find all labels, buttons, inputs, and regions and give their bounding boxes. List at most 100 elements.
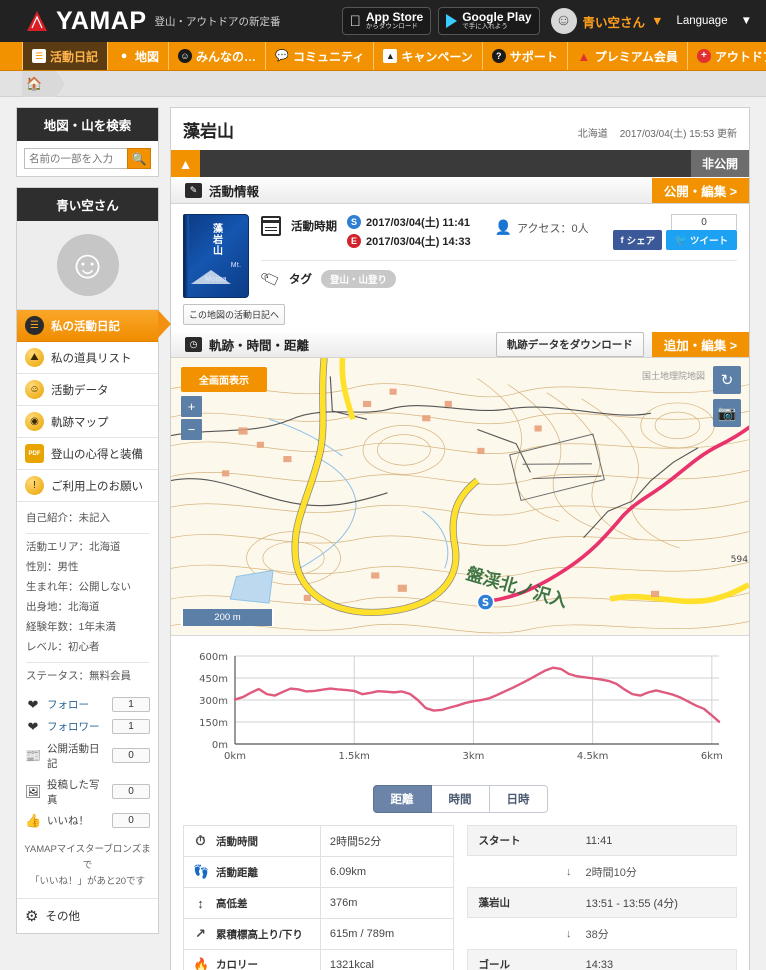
timeline-duration: 2時間10分 <box>585 866 637 879</box>
stat-follow[interactable]: ❤ フォロー 1 <box>17 694 158 716</box>
photo-icon: 🖼 <box>25 783 42 799</box>
app-store-badge[interactable]:  App Store からダウンロード <box>341 7 432 35</box>
language-chevron-down-icon[interactable]: ▼ <box>741 15 752 27</box>
user-name-label: 青い空さん <box>582 15 646 30</box>
book-cover: 藻岩山 Mt. Moiwa <box>183 214 249 298</box>
gear-pick-icon: ⛰ <box>25 348 44 367</box>
question-icon: ? <box>491 49 506 63</box>
language-selector[interactable]: Language <box>676 15 727 27</box>
nav-item-support[interactable]: ? サポート <box>483 42 568 70</box>
twitter-tweet-button[interactable]: 🐦 ツイート <box>666 230 737 250</box>
stat-key: カロリー <box>216 959 258 970</box>
google-play-badge[interactable]: Google Play で手に入れよう <box>438 7 540 35</box>
stat-label: 投稿した写真 <box>47 778 100 806</box>
sidebar-item-activity-data[interactable]: ☺ 活動データ <box>17 374 158 406</box>
profile-gender: 性別：男性 <box>26 560 79 573</box>
sidebar-item-label: 私の道具リスト <box>51 352 132 365</box>
publish-edit-button[interactable]: 公開・編集 > <box>651 178 749 203</box>
search-icon: 🔍 <box>131 151 147 166</box>
download-track-data-button[interactable]: 軌跡データをダウンロード <box>495 332 644 357</box>
stat-value: 0 <box>112 784 150 799</box>
page-title-row: 藻岩山 北海道 2017/03/04(土) 15:53 更新 <box>171 108 749 150</box>
timeline-point: ゴール 14:33 <box>466 949 737 970</box>
stat-value: 2時間52分 <box>329 836 382 848</box>
sidebar-item-track-map[interactable]: ◉ 軌跡マップ <box>17 406 158 438</box>
tag-label: タグ <box>289 274 313 286</box>
nav-item-activity-diary[interactable]: ☰ 活動日記 <box>22 42 109 70</box>
tag-chip[interactable]: 登山・山登り <box>321 270 397 288</box>
main-content: 藻岩山 北海道 2017/03/04(土) 15:53 更新 ▲ 非公開 ✎ 活… <box>170 107 750 970</box>
timeline-time: 13:51 - 13:55 (4分) <box>585 897 678 910</box>
smiley-icon: ☺ <box>25 380 44 399</box>
svg-text:450m: 450m <box>199 674 228 685</box>
add-edit-button[interactable]: 追加・編集 > <box>651 332 749 357</box>
tag-row: 🏷 タグ 登山・山登り <box>259 260 737 291</box>
activity-end-datetime: 2017/03/04(土) 14:33 <box>366 236 471 248</box>
down-arrow-icon: ↓ <box>566 865 572 878</box>
app-store-label: App Store <box>365 10 424 25</box>
sidebar-item-usage-request[interactable]: ! ご利用上のお願い <box>17 470 158 502</box>
access-count: 👤 アクセス：0人 <box>495 214 589 236</box>
meister-progress-note: YAMAPマイスターブロンズまで 「いいね！」があと20です <box>17 836 158 899</box>
timeline-time: 11:41 <box>585 834 613 847</box>
yamap-logo[interactable]: YAMAP <box>26 8 147 34</box>
facebook-share-button[interactable]: f シェア <box>613 230 663 250</box>
user-menu[interactable]: ☺ 青い空さん ▼ <box>550 8 663 34</box>
site-tagline: 登山・アウトドアの新定番 <box>154 15 281 28</box>
profile-details: 自己紹介：未記入 活動エリア：北海道 性別：男性 生まれ年：公開しない 出身地：… <box>17 502 158 694</box>
search-button[interactable]: 🔍 <box>127 148 151 169</box>
map-tool-buttons: ↻ 📷 <box>713 366 741 432</box>
fullscreen-map-button[interactable]: 全画面表示 <box>181 367 267 392</box>
news-icon: 📰 <box>25 747 42 763</box>
sidebar-item-other[interactable]: ⚙ その他 <box>17 899 158 933</box>
nav-item-everyone[interactable]: ☺ みんなの… <box>169 42 267 70</box>
track-map[interactable]: 盤渓北ノ沢入 594 S 全画面表示 + − 200 m 国土地理院地図 ↻ 📷 <box>171 358 749 636</box>
stat-label: フォロワー <box>47 721 100 733</box>
sidebar-item-label: 私の活動日記 <box>51 320 120 333</box>
heart-icon: ❤ <box>27 696 39 712</box>
nav-label: アウトドア保険 <box>714 49 766 64</box>
user-avatar-area: ☺ <box>17 221 158 310</box>
map-book-thumbnail[interactable]: 藻岩山 Mt. Moiwa この地図の活動日記へ <box>183 214 286 325</box>
search-input[interactable] <box>24 148 127 169</box>
zoom-out-button[interactable]: − <box>181 419 202 440</box>
facebook-icon: f <box>620 234 624 246</box>
timeline-time: 14:33 <box>585 958 614 970</box>
nav-item-insurance[interactable]: + アウトドア保険 <box>688 42 766 70</box>
apple-icon:  <box>350 14 361 29</box>
sidebar-item-climbing-guide[interactable]: PDF 登山の心得と装備 <box>17 438 158 470</box>
nav-label: みんなの… <box>196 49 257 64</box>
timeline-point: 藻岩山 13:51 - 13:55 (4分) <box>466 887 737 918</box>
timeline-name: スタート <box>478 835 521 847</box>
facebook-share-label: シェア <box>626 236 656 247</box>
google-play-label: Google Play <box>462 10 532 25</box>
nav-item-community[interactable]: 💬 コミュニティ <box>266 42 375 70</box>
nav-item-campaign[interactable]: ▲ キャンペーン <box>374 42 483 70</box>
updated-timestamp: 2017/03/04(土) 15:53 更新 <box>619 129 737 140</box>
refresh-icon[interactable]: ↻ <box>713 366 741 394</box>
timeline-point: スタート 11:41 <box>466 825 737 856</box>
tab-time[interactable]: 時間 <box>431 785 490 813</box>
book-mountain-graphic: Mt. Moiwa <box>184 256 248 284</box>
stat-value: 1 <box>112 719 150 734</box>
sidebar-item-my-activity-diary[interactable]: ☰ 私の活動日記 <box>17 310 171 342</box>
stat-photos: 🖼 投稿した写真 0 <box>17 774 158 810</box>
zoom-in-button[interactable]: + <box>181 396 202 417</box>
stat-follower[interactable]: ❤ フォロワー 1 <box>17 716 158 738</box>
nav-item-premium[interactable]: ▲ プレミアム会員 <box>568 42 688 70</box>
tab-datetime[interactable]: 日時 <box>489 785 548 813</box>
breadcrumb-home-link[interactable]: 🏠 <box>22 70 66 97</box>
stat-key: 高低差 <box>216 897 248 910</box>
timeline-table: スタート 11:41 ↓ 2時間10分 藻岩山 13:51 - 13:55 (4… <box>466 825 738 970</box>
sidebar-item-my-gear-list[interactable]: ⛰ 私の道具リスト <box>17 342 158 374</box>
timeline-gap: ↓ 38分 <box>467 918 738 949</box>
photo-icon[interactable]: 📷 <box>713 399 741 427</box>
plus-cross-icon: + <box>696 49 711 63</box>
timeline-gap: ↓ 2時間10分 <box>467 856 738 887</box>
map-attribution: 国土地理院地図 <box>641 371 705 381</box>
main-navigation: ☰ 活動日記 ● 地図 ☺ みんなの… 💬 コミュニティ ▲ キャンペーン ? … <box>0 42 766 71</box>
nav-label: キャンペーン <box>401 49 473 64</box>
tab-distance[interactable]: 距離 <box>372 785 432 813</box>
nav-item-map[interactable]: ● 地図 <box>108 42 170 70</box>
section-title: 活動情報 <box>209 185 260 199</box>
